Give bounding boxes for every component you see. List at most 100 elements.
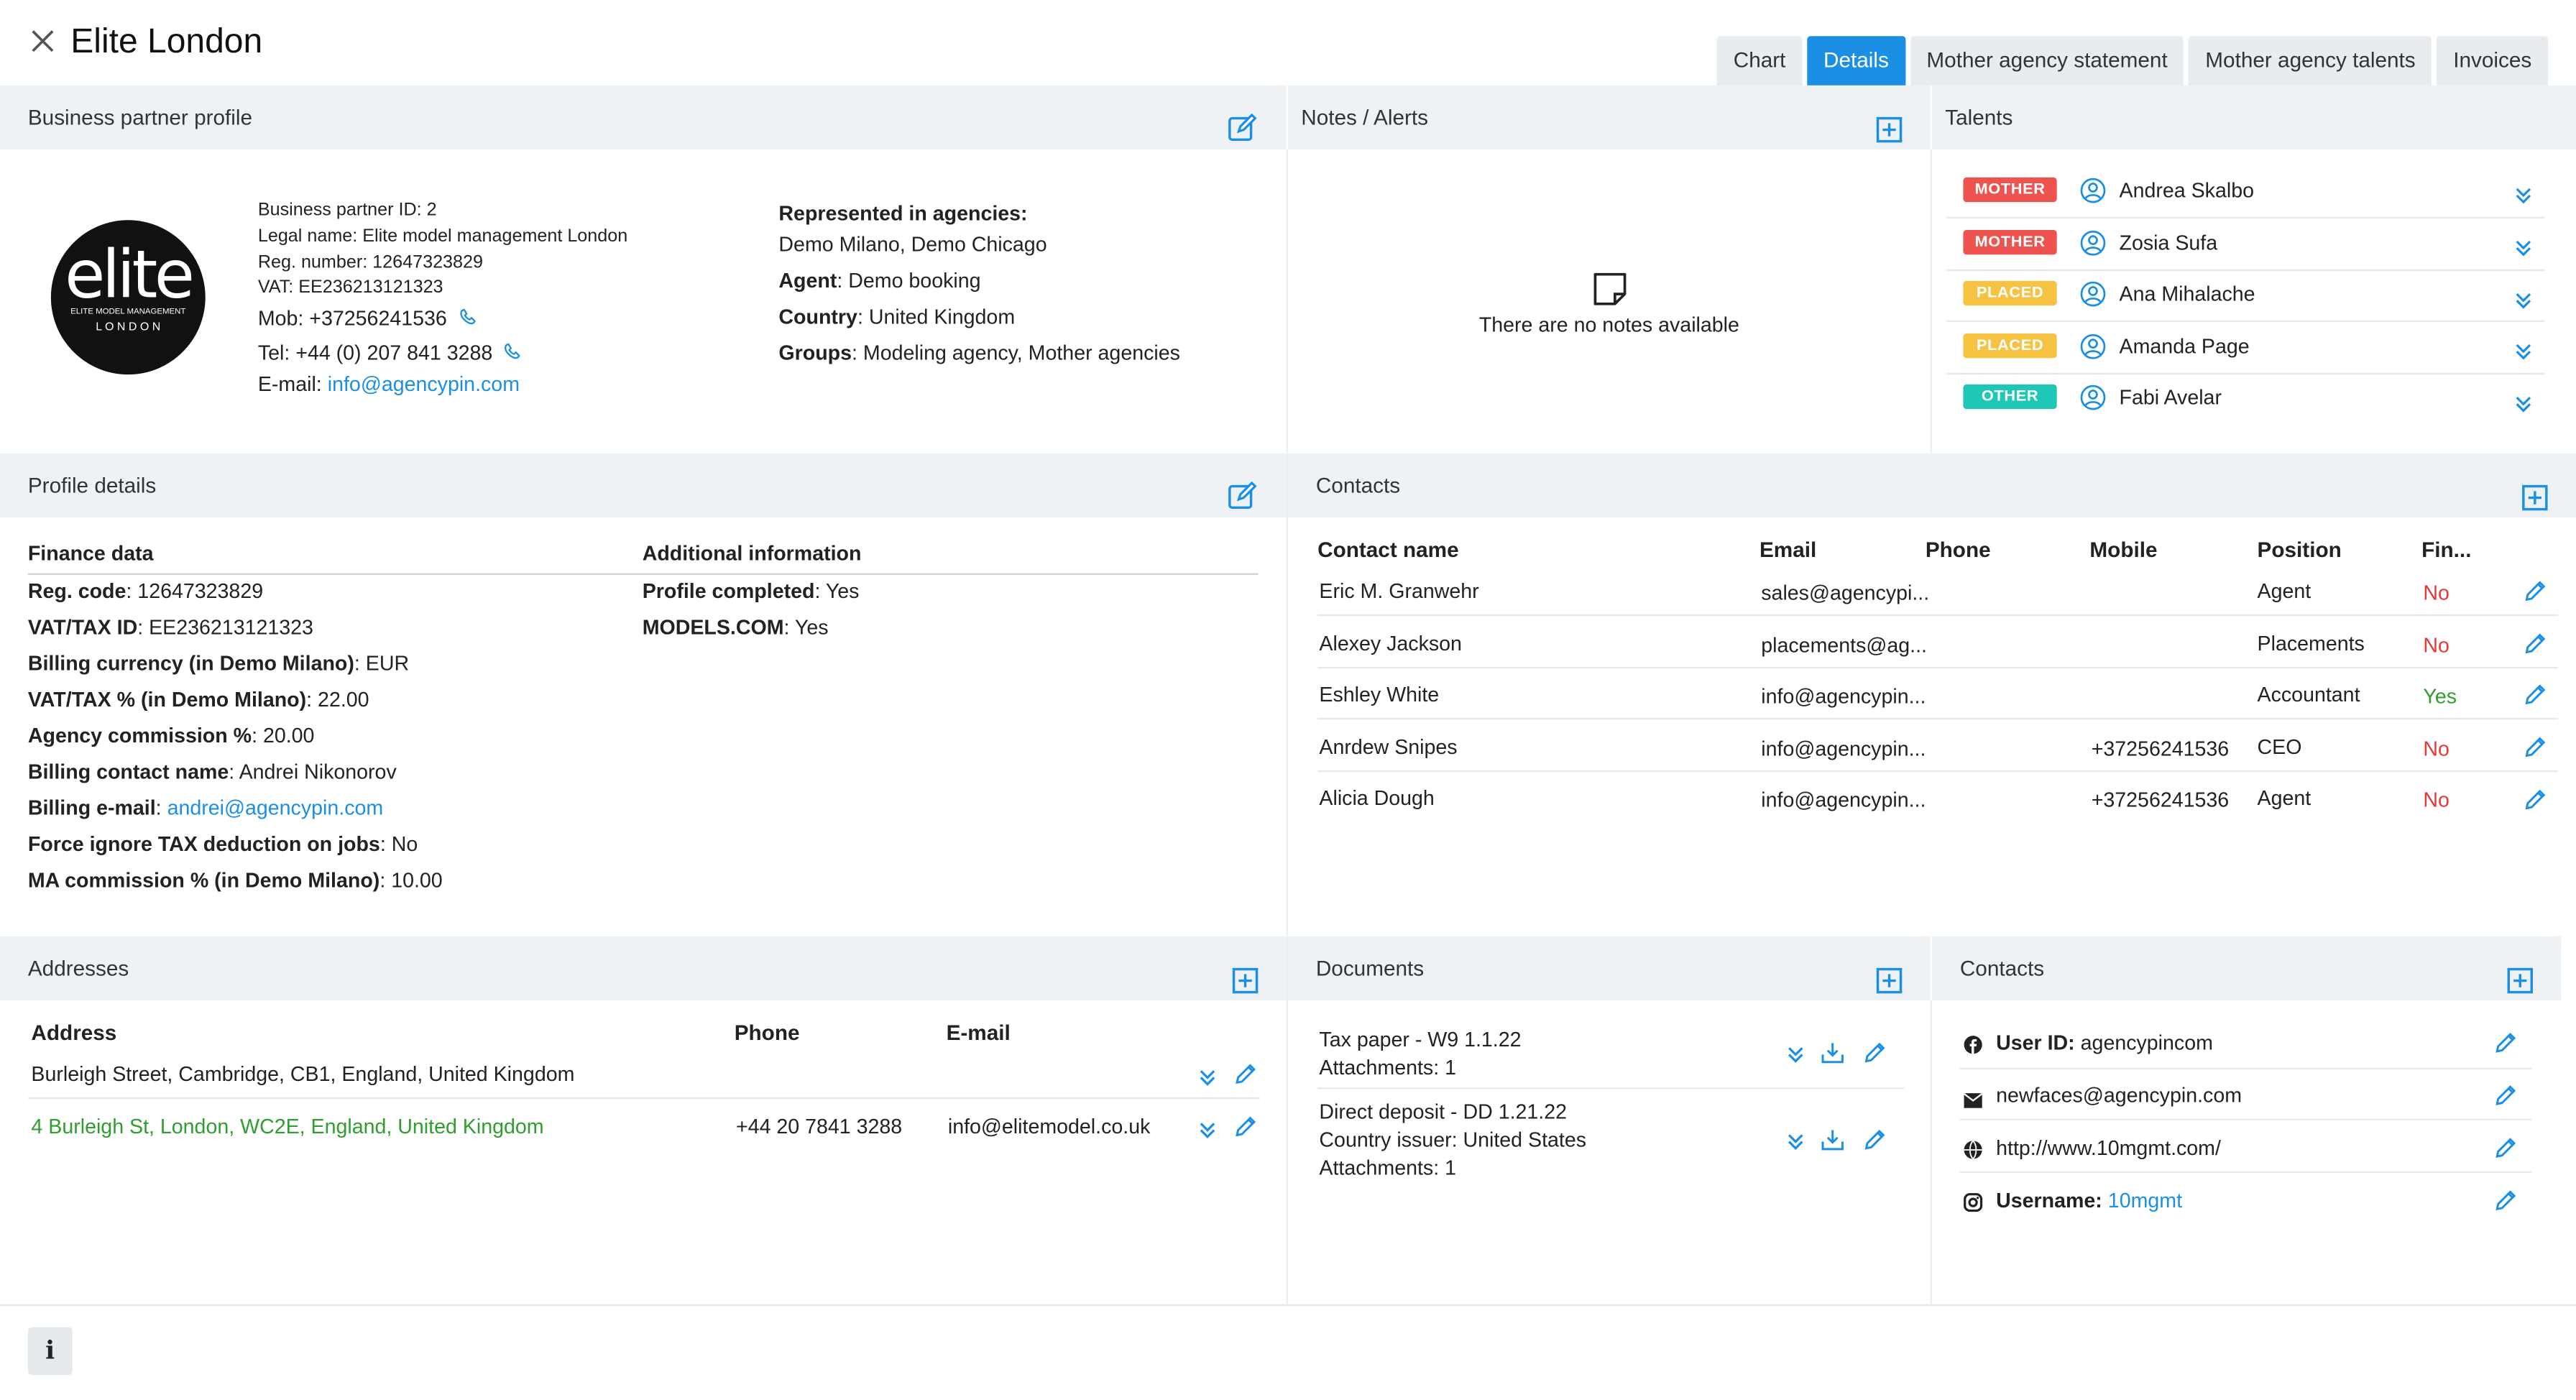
contact-mobile-link[interactable]: +37256241536 (2092, 788, 2229, 811)
finance-title: Finance data (27, 542, 154, 566)
bottom-bar (0, 1304, 2576, 1400)
talent-name[interactable]: Zosia Sufa (2120, 231, 2218, 254)
finance-row: MA commission % (in Demo Milano): 10.00 (27, 869, 443, 893)
talent-name[interactable]: Ana Mihalache (2120, 282, 2255, 305)
tab-chart[interactable]: Chart (1716, 36, 1803, 86)
add-square-icon[interactable] (1876, 103, 1904, 143)
social-contacts-header: Contacts (1931, 936, 2562, 1000)
tab-bar: Chart Details Mother agency statement Mo… (1716, 36, 2549, 86)
chevron-double-down-icon[interactable] (2515, 236, 2531, 266)
section-title: Profile details (27, 473, 157, 498)
chevron-double-down-icon[interactable] (2515, 392, 2531, 422)
pencil-icon[interactable] (1234, 1063, 1257, 1094)
chevron-double-down-icon[interactable] (1200, 1119, 1216, 1148)
edit-square-icon[interactable] (1227, 103, 1257, 141)
divider (1930, 149, 1932, 453)
finance-row: VAT/TAX % (in Demo Milano): 22.00 (27, 688, 369, 711)
info-button[interactable]: i (27, 1327, 73, 1376)
pencil-icon[interactable] (2494, 1031, 2517, 1062)
chevron-double-down-icon[interactable] (2515, 289, 2531, 318)
edit-square-icon[interactable] (1227, 471, 1257, 509)
tab-invoices[interactable]: Invoices (2437, 36, 2549, 86)
billing-email-link[interactable]: andrei@agencypin.com (167, 797, 384, 820)
user-circle-icon (2080, 333, 2107, 368)
pencil-icon[interactable] (2494, 1084, 2517, 1115)
add-square-icon[interactable] (2522, 471, 2550, 511)
talent-name[interactable]: Fabi Avelar (2120, 386, 2222, 409)
close-icon[interactable] (29, 28, 56, 55)
email-link[interactable]: info@agencypin.com (328, 373, 520, 396)
chevron-double-down-icon[interactable] (2515, 340, 2531, 369)
social-link[interactable]: http://www.10mgmt.com/ (1996, 1137, 2221, 1160)
download-icon[interactable] (1821, 1128, 1845, 1159)
add-square-icon[interactable] (1876, 954, 1904, 994)
column-header[interactable]: Address (31, 1020, 116, 1044)
envelope-icon (1963, 1087, 1983, 1117)
phone-icon[interactable] (453, 307, 477, 330)
note-icon (1592, 271, 1628, 307)
notes-empty: There are no notes available (1478, 313, 1739, 337)
business-partner-profile-header: Business partner profile (0, 85, 1287, 149)
pencil-icon[interactable] (2524, 632, 2547, 663)
chevron-double-down-icon[interactable] (1788, 1043, 1804, 1072)
finance-row: Billing contact name: Andrei Nikonorov (27, 760, 397, 784)
column-header[interactable]: E-mail (947, 1020, 1011, 1044)
pencil-icon[interactable] (1234, 1115, 1257, 1146)
pencil-icon[interactable] (2494, 1137, 2517, 1168)
social-link[interactable]: newfaces@agencypin.com (1996, 1084, 2242, 1107)
column-header[interactable]: Position (2258, 537, 2342, 561)
column-header[interactable]: Contact name (1317, 537, 1458, 561)
column-header[interactable]: Fin... (2421, 537, 2471, 561)
divider (1930, 1000, 1932, 1304)
talent-name[interactable]: Amanda Page (2120, 335, 2250, 358)
contact-email-link[interactable]: info@agencypin... (1761, 685, 1926, 708)
talent-name[interactable]: Andrea Skalbo (2120, 179, 2254, 202)
user-circle-icon (2080, 230, 2107, 264)
contact-email-link[interactable]: placements@ag... (1761, 634, 1927, 657)
country-row: Country: United Kingdom (778, 305, 1016, 329)
contact-mobile-link[interactable]: +37256241536 (2092, 737, 2229, 760)
pencil-icon[interactable] (2524, 736, 2547, 767)
user-circle-icon (2080, 384, 2107, 419)
user-circle-icon (2080, 281, 2107, 316)
contact-email-link[interactable]: info@agencypin... (1761, 788, 1926, 811)
contact-email-link[interactable]: sales@agencypi... (1761, 581, 1929, 604)
section-title: Contacts (1959, 956, 2045, 981)
telephone: Tel: +44 (0) 207 841 3288 (258, 341, 523, 364)
represented-value: Demo Milano, Demo Chicago (778, 233, 1047, 257)
phone-icon[interactable] (498, 341, 523, 364)
column-header[interactable]: Email (1760, 537, 1816, 561)
section-title: Contacts (1315, 473, 1401, 498)
chevron-double-down-icon[interactable] (1200, 1066, 1216, 1095)
tab-details[interactable]: Details (1807, 36, 1905, 86)
tab-mother-agency-statement[interactable]: Mother agency statement (1910, 36, 2184, 86)
pencil-icon[interactable] (2494, 1189, 2517, 1220)
finance-row: Billing currency (in Demo Milano): EUR (27, 652, 410, 676)
tab-mother-agency-talents[interactable]: Mother agency talents (2189, 36, 2432, 86)
agency-logo: elite ELITE MODEL MANAGEMENT L O N D O N (50, 220, 206, 375)
pencil-icon[interactable] (1863, 1041, 1886, 1072)
column-header[interactable]: Phone (735, 1020, 800, 1044)
reg-number: Reg. number: 12647323829 (257, 252, 483, 273)
chevron-double-down-icon[interactable] (1788, 1130, 1804, 1160)
bp-id: Business partner ID: 2 (257, 200, 437, 221)
add-square-icon[interactable] (2507, 954, 2535, 994)
pencil-icon[interactable] (2524, 580, 2547, 611)
additional-title: Additional information (642, 542, 862, 566)
chevron-double-down-icon[interactable] (2515, 184, 2531, 213)
download-icon[interactable] (1821, 1041, 1845, 1072)
additional-row: Profile completed: Yes (642, 579, 860, 603)
contact-email-link[interactable]: info@agencypin... (1761, 737, 1926, 760)
column-header[interactable]: Mobile (2089, 537, 2157, 561)
talent-badge: MOTHER (1963, 229, 2057, 255)
add-square-icon[interactable] (1232, 954, 1260, 994)
facebook-icon (1963, 1033, 1982, 1063)
pencil-icon[interactable] (2524, 683, 2547, 714)
page: Elite London Chart Details Mother agency… (0, 0, 2576, 1400)
pencil-icon[interactable] (1863, 1128, 1886, 1159)
column-header[interactable]: Phone (1926, 537, 1991, 561)
talent-badge: PLACED (1963, 333, 2057, 359)
finance-row: Billing e-mail: andrei@agencypin.com (27, 796, 384, 820)
social-link[interactable]: 10mgmt (2108, 1189, 2182, 1212)
pencil-icon[interactable] (2524, 788, 2547, 819)
